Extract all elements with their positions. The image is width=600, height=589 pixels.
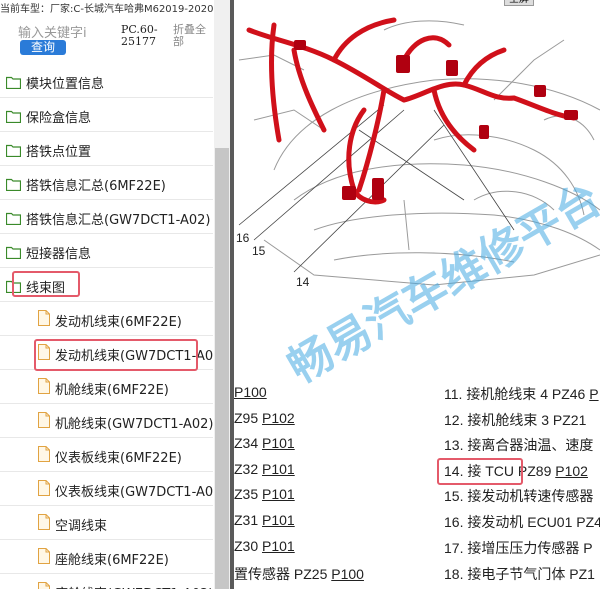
tree-file-label: 发动机线束(6MF22E) [55, 315, 182, 330]
tree-folder-label: 短接器信息 [26, 247, 92, 262]
callout-16: 16 [236, 231, 250, 245]
diagram-panel: 16 15 14 全屏 畅易汽车维修平台 P100Z95 P102Z34 P10… [234, 0, 600, 589]
file-icon [38, 310, 50, 326]
folder-icon [5, 210, 22, 226]
folder-icon [5, 142, 22, 158]
page-link[interactable]: P [589, 386, 598, 402]
pc-label-line2: 25177 [121, 35, 156, 48]
legend-right-text: 15. 接发动机转速传感器 [444, 488, 594, 504]
tree-file-item[interactable]: 机舱线束(GW7DCT1-A02) [0, 405, 213, 438]
tree-file-item[interactable]: 空调线束 [0, 507, 213, 540]
page-link[interactable]: P102 [262, 410, 295, 426]
tree-file-item[interactable]: 发动机线束(6MF22E) [0, 303, 213, 336]
legend-left-item: Z35 P101 [234, 486, 295, 510]
file-icon [38, 378, 50, 394]
legend-right-text: 17. 接增压压力传感器 P [444, 540, 593, 556]
page-link[interactable]: P101 [262, 538, 295, 554]
fullscreen-button[interactable]: 全屏 [504, 0, 534, 6]
folder-icon [5, 244, 22, 260]
tree-panel: 当前车型：厂家:C-长城汽车哈弗M62019-2020 查询 PC.60- 25… [0, 0, 230, 589]
selected-file-highlight [34, 339, 198, 371]
legend-right-text: 16. 接发动机 ECU01 PZ4 [444, 514, 600, 530]
callout-15: 15 [252, 244, 266, 258]
callout-14: 14 [296, 275, 310, 289]
tree-file-label: 仪表板线束(6MF22E) [55, 451, 182, 466]
tree-file-item[interactable]: 座舱线束(GW7DCT1-A02) [0, 575, 213, 589]
query-button[interactable]: 查询 [20, 40, 66, 55]
legend-left-item: Z95 P102 [234, 410, 295, 434]
legend-right-item: 17. 接增压压力传感器 P [444, 538, 593, 562]
folder-icon [5, 74, 22, 90]
page-link[interactable]: P100 [234, 384, 267, 400]
legend-left-prefix: Z30 [234, 538, 259, 554]
legend-right-item: 11. 接机舱线束 4 PZ46 P [444, 384, 599, 408]
legend-left-prefix: 置传感器 PZ25 [234, 566, 328, 582]
legend-left-item: Z30 P101 [234, 538, 295, 562]
legend-right-text: 11. 接机舱线束 4 PZ46 [444, 386, 586, 402]
legend-right-item: 15. 接发动机转速传感器 [444, 486, 593, 510]
legend-right-text: 18. 接电子节气门体 PZ1 [444, 566, 595, 582]
legend-right-item: 16. 接发动机 ECU01 PZ4 [444, 512, 600, 536]
file-icon [38, 514, 50, 530]
folder-icon [5, 176, 22, 192]
legend-left-prefix: Z32 [234, 461, 259, 477]
file-icon [38, 446, 50, 462]
tree-folder-label: 搭铁信息汇总(GW7DCT1-A02) [26, 213, 211, 228]
tcu-highlight [437, 458, 523, 485]
file-icon [38, 548, 50, 564]
legend-left-prefix: Z35 [234, 486, 259, 502]
page-link[interactable]: P100 [331, 566, 364, 582]
page-link[interactable]: P102 [555, 463, 588, 479]
legend-left-item: Z34 P101 [234, 435, 295, 459]
page-link[interactable]: P101 [262, 512, 295, 528]
tree-file-item[interactable]: 机舱线束(6MF22E) [0, 371, 213, 404]
pc-label: PC.60- 25177 [121, 24, 158, 48]
tree-file-item[interactable]: 仪表板线束(GW7DCT1-A02) [0, 473, 226, 506]
tree-folder-label: 搭铁点位置 [26, 145, 92, 160]
tree-file-item[interactable]: 仪表板线束(6MF22E) [0, 439, 213, 472]
tree-file-label: 座舱线束(GW7DCT1-A02) [55, 583, 213, 589]
tree-folder-label: 搭铁信息汇总(6MF22E) [26, 179, 166, 194]
scrollbar-thumb[interactable] [215, 148, 229, 589]
legend-right-item: 18. 接电子节气门体 PZ1 [444, 564, 595, 588]
collapse-all-button[interactable]: 折叠全部 [173, 24, 213, 48]
folder-icon [5, 108, 22, 124]
tree-folder-item[interactable]: 短接器信息 [0, 235, 213, 268]
tree-file-item[interactable]: 座舱线束(6MF22E) [0, 541, 213, 574]
legend-left-item: P100 [234, 384, 267, 408]
tree-folder-label: 保险盒信息 [26, 111, 92, 126]
tree-file-label: 机舱线束(6MF22E) [55, 383, 169, 398]
tree-folder-item[interactable]: 搭铁信息汇总(6MF22E) [0, 167, 213, 200]
legend-right-text: 12. 接机舱线束 3 PZ21 [444, 412, 587, 428]
search-bar: 查询 PC.60- 25177 折叠全部 [0, 14, 230, 64]
tree-folder-item[interactable]: 保险盒信息 [0, 99, 213, 132]
selected-folder-highlight [12, 271, 80, 297]
legend-left-item: Z31 P101 [234, 512, 295, 536]
page-link[interactable]: P101 [262, 486, 295, 502]
legend-left-prefix: Z95 [234, 410, 259, 426]
file-icon [38, 412, 50, 428]
file-icon [38, 480, 50, 496]
tree-folder-item[interactable]: 搭铁点位置 [0, 133, 213, 166]
tree-file-label: 仪表板线束(GW7DCT1-A02) [55, 485, 227, 500]
legend-right-item: 13. 接离合器油温、速度 [444, 435, 593, 459]
tree-folder-item[interactable]: 搭铁信息汇总(GW7DCT1-A02) [0, 201, 213, 234]
legend-left-item: 置传感器 PZ25 P100 [234, 564, 364, 588]
tree-folder-label: 模块位置信息 [26, 77, 105, 92]
page-link[interactable]: P101 [262, 461, 295, 477]
tree-file-label: 空调线束 [55, 519, 108, 534]
legend-left-prefix: Z34 [234, 435, 259, 451]
page-link[interactable]: P101 [262, 435, 295, 451]
legend-right-item: 12. 接机舱线束 3 PZ21 [444, 410, 586, 434]
legend-left-item: Z32 P101 [234, 461, 295, 485]
tree-folder-item[interactable]: 模块位置信息 [0, 65, 213, 98]
legend-left-prefix: Z31 [234, 512, 259, 528]
tree-file-label: 机舱线束(GW7DCT1-A02) [55, 417, 214, 432]
tree-file-label: 座舱线束(6MF22E) [55, 553, 169, 568]
legend-right-text: 13. 接离合器油温、速度 [444, 437, 594, 453]
scrollbar[interactable] [214, 0, 230, 589]
file-icon [38, 582, 50, 589]
